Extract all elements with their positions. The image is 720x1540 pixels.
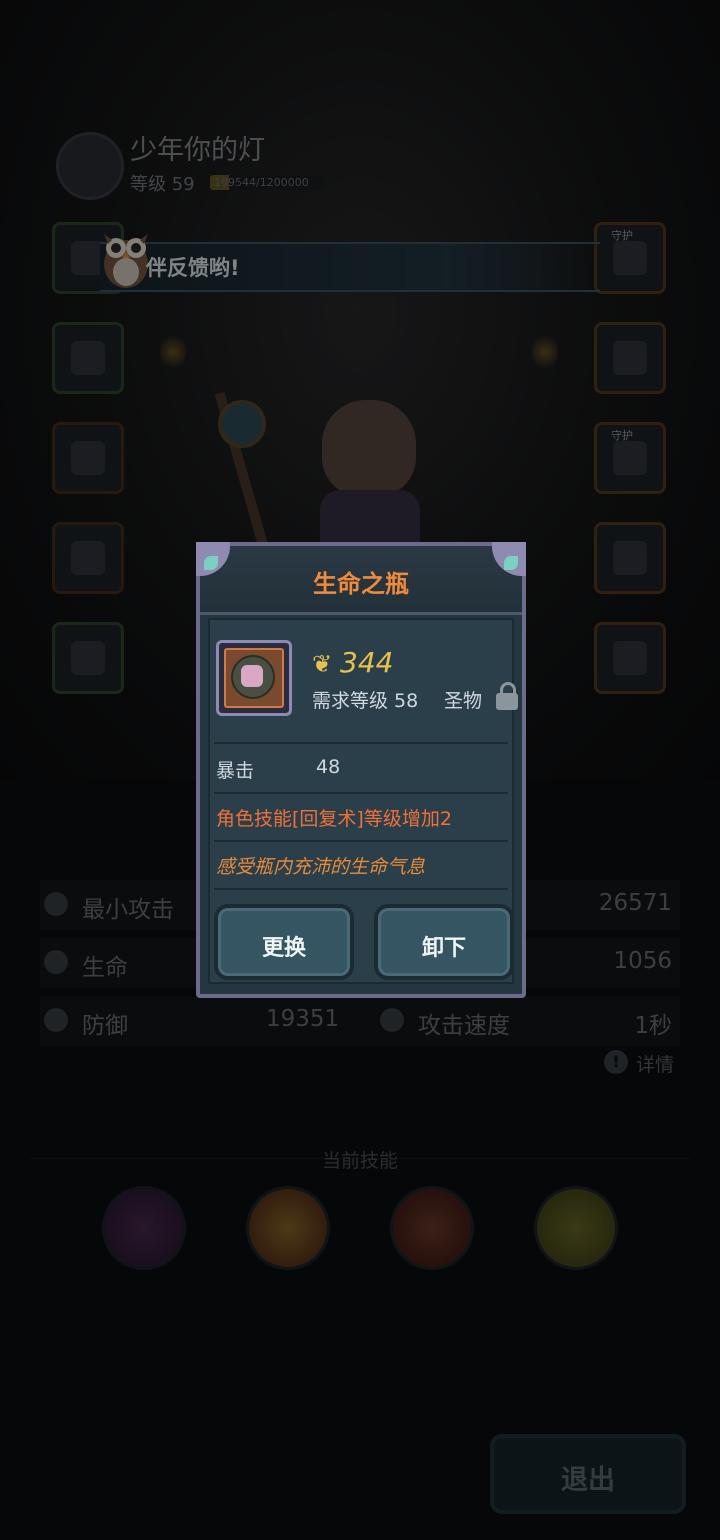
item-type: 圣物 [444, 690, 483, 712]
item-effect: 角色技能[回复术]等级增加2 [216, 808, 452, 830]
power-icon: ❦ [312, 650, 333, 678]
replace-button-label: 更换 [261, 936, 306, 961]
unequip-button[interactable]: 卸下 [374, 904, 514, 980]
divider [214, 792, 508, 794]
item-flavor-text: 感受瓶内充沛的生命气息 [216, 856, 426, 878]
divider [214, 888, 508, 890]
item-detail-popup: 生命之瓶 ❦ 344 需求等级 58 圣物 暴击 48 角色技能[回复术]等级增… [196, 542, 526, 998]
attr-value: 48 [316, 756, 341, 778]
attr-label: 暴击 [216, 760, 255, 782]
lock-icon[interactable] [496, 682, 518, 710]
popup-header: 生命之瓶 [200, 546, 522, 615]
item-power: 344 [340, 646, 394, 679]
life-bottle-icon [241, 665, 263, 687]
replace-button[interactable]: 更换 [214, 904, 354, 980]
item-required-level: 需求等级 58 [312, 690, 419, 712]
popup-title: 生命之瓶 [313, 570, 409, 598]
unequip-button-label: 卸下 [421, 936, 466, 961]
item-icon-frame [216, 640, 292, 716]
divider [214, 840, 508, 842]
divider [214, 742, 508, 744]
